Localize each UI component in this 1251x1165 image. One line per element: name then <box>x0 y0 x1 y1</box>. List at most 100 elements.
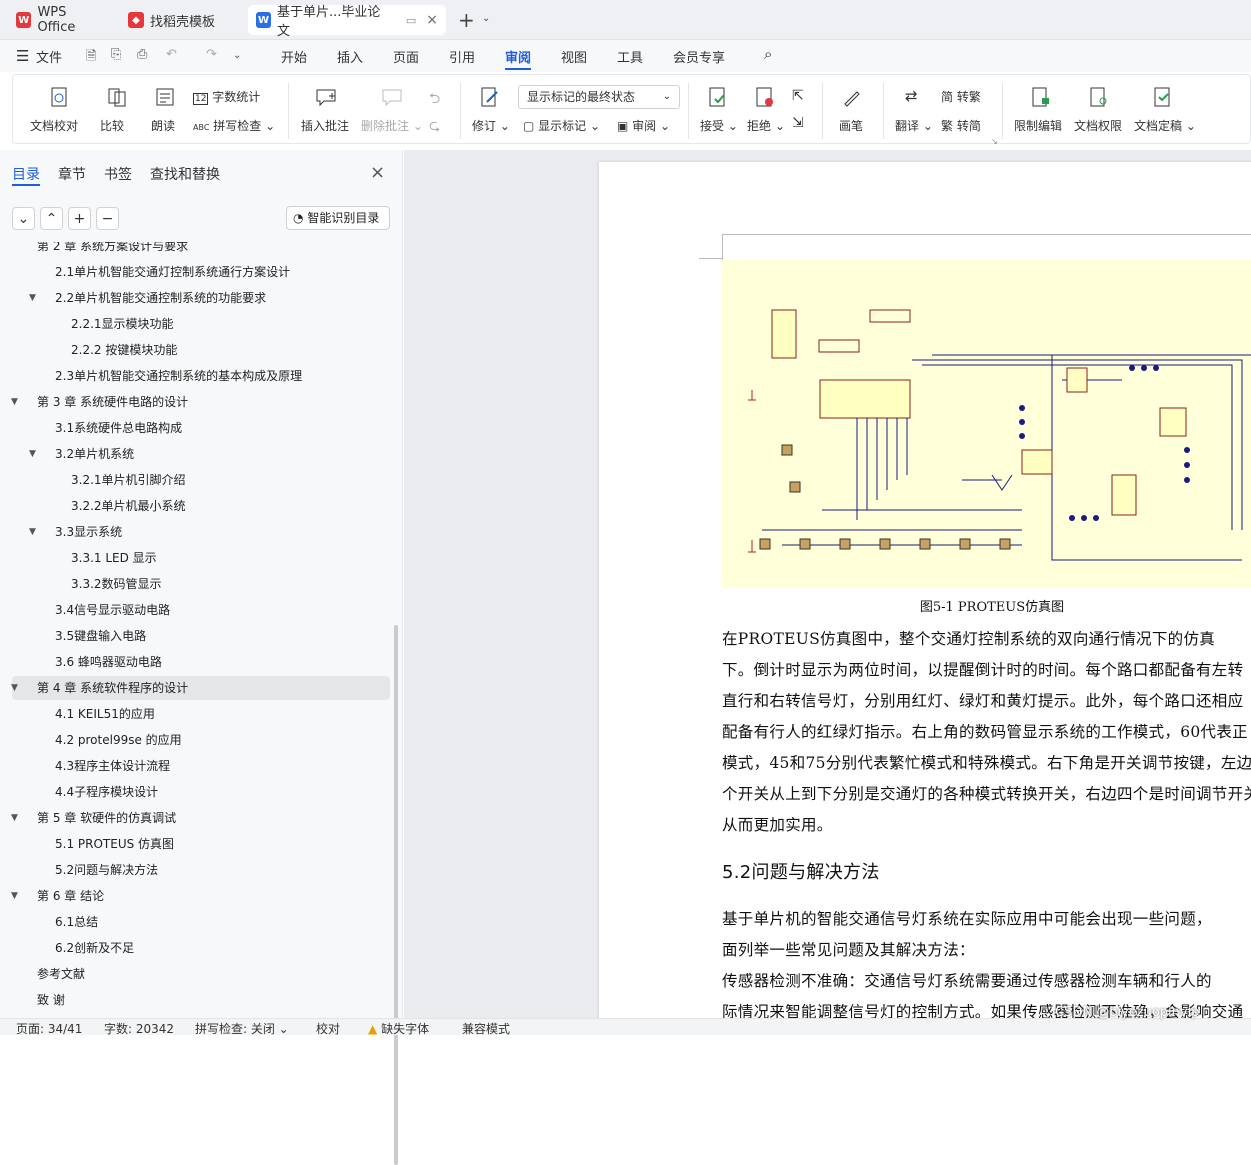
simplified-to-traditional-button[interactable]: 简 转繁 <box>941 88 981 105</box>
missing-font-status[interactable]: ▲ 缺失字体 <box>368 1020 429 1037</box>
accept-button[interactable]: 接受 ⌄ <box>700 117 738 134</box>
restrict-edit-button[interactable]: 限制编辑 <box>1014 117 1062 134</box>
toc-item[interactable]: 3.4信号显示驱动电路 <box>12 598 390 622</box>
menu-insert[interactable]: 插入 <box>337 47 363 66</box>
tab-templates[interactable]: ◆ 找稻壳模板 <box>120 5 244 35</box>
page-count[interactable]: 页面: 34/41 <box>16 1020 82 1037</box>
toc-item[interactable]: 4.1 KEIL51的应用 <box>12 702 390 726</box>
toc-item[interactable]: ▼ 第 4 章 系统软件程序的设计 <box>11 676 390 700</box>
compare-button[interactable]: 比较 <box>100 117 124 134</box>
toc-item[interactable]: 4.3程序主体设计流程 <box>12 754 390 778</box>
toc-item[interactable]: ▼ 3.2单片机系统 <box>12 442 390 466</box>
menu-layout[interactable]: 页面 <box>393 47 419 66</box>
tab-find-replace[interactable]: 查找和替换 <box>150 164 220 184</box>
tab-bookmarks[interactable]: 书签 <box>104 164 132 184</box>
menu-member[interactable]: 会员专享 <box>673 47 725 66</box>
toc-item[interactable]: 3.1系统硬件总电路构成 <box>12 416 390 440</box>
finalize-button[interactable]: 文档定稿 ⌄ <box>1134 117 1196 134</box>
toc-item[interactable]: 3.3.1 LED 显示 <box>12 546 390 570</box>
toc-item[interactable]: 2.2.1显示模块功能 <box>12 312 390 336</box>
prev-change-icon[interactable]: ⇱ <box>792 88 804 104</box>
close-icon[interactable]: × <box>426 12 438 28</box>
toc-item[interactable]: 2.2.2 按键模块功能 <box>12 338 390 362</box>
review-pane-button[interactable]: ▣ 审阅 ⌄ <box>617 117 670 134</box>
dialog-launcher-icon[interactable]: ↘ <box>991 137 998 146</box>
toc-item[interactable]: 2.3单片机智能交通控制系统的基本构成及原理 <box>12 364 390 388</box>
word-count[interactable]: 字数: 20342 <box>104 1020 174 1037</box>
smart-toc-button[interactable]: ◔ 智能识别目录 <box>286 206 390 230</box>
toc-item[interactable]: 3.5键盘输入电路 <box>12 624 390 648</box>
toc-item[interactable]: 4.2 protel99se 的应用 <box>12 728 390 752</box>
toc-item[interactable]: 3.6 蜂鸣器驱动电路 <box>12 650 390 674</box>
doc-permission-button[interactable]: 文档权限 <box>1074 117 1122 134</box>
toc-item[interactable]: 3.2.2单片机最小系统 <box>12 494 390 518</box>
menu-references[interactable]: 引用 <box>449 47 475 66</box>
toc-scrollbar[interactable] <box>394 625 398 1165</box>
close-pane-icon[interactable]: × <box>370 162 385 183</box>
toc-item[interactable]: ▼ 3.3显示系统 <box>12 520 390 544</box>
new-tab-icon[interactable]: + <box>458 8 475 32</box>
add-heading-icon[interactable]: + <box>68 207 91 230</box>
expand-triangle-icon[interactable]: ▼ <box>29 442 36 466</box>
undo-icon[interactable]: ↶ <box>166 47 177 62</box>
toc-item[interactable]: 6.1总结 <box>12 910 390 934</box>
tab-toc[interactable]: 目录 <box>12 164 40 184</box>
share-icon[interactable]: ⎘ <box>111 47 121 62</box>
expand-triangle-icon[interactable]: ▼ <box>11 806 18 830</box>
spell-check-button[interactable]: ABC 拼写检查 ⌄ <box>193 117 275 134</box>
save-icon[interactable]: 🗎 <box>86 47 96 69</box>
show-markup-button[interactable]: ▢ 显示标记 ⌄ <box>523 117 600 134</box>
redo-icon[interactable]: ↷ <box>206 47 217 62</box>
toc-item[interactable]: 致 谢 <box>12 988 390 1012</box>
expand-triangle-icon[interactable]: ▼ <box>29 520 36 544</box>
pen-button[interactable]: 画笔 <box>839 117 863 134</box>
toc-item[interactable]: 5.2问题与解决方法 <box>12 858 390 882</box>
toc-item[interactable]: 3.2.1单片机引脚介绍 <box>12 468 390 492</box>
prev-comment-icon[interactable]: ⮌ <box>429 88 440 112</box>
more-chevron-icon[interactable]: ⌄ <box>233 50 241 61</box>
toc-item[interactable]: 5.1 PROTEUS 仿真图 <box>12 832 390 856</box>
expand-triangle-icon[interactable]: ▼ <box>29 286 36 310</box>
toc-item[interactable]: ▼ 第 3 章 系统硬件电路的设计 <box>11 390 390 414</box>
search-icon[interactable]: ⌕ <box>764 45 772 63</box>
menu-file[interactable]: 文件 <box>36 47 62 66</box>
expand-triangle-icon[interactable]: ▼ <box>11 884 18 908</box>
toc-item[interactable]: 2.1单片机智能交通灯控制系统通行方案设计 <box>12 260 390 284</box>
toc-item[interactable]: 4.4子程序模块设计 <box>12 780 390 804</box>
chevron-down-icon[interactable]: ⌄ <box>482 13 490 24</box>
remove-heading-icon[interactable]: − <box>96 207 119 230</box>
doc-check-button[interactable]: 文档校对 <box>30 117 78 134</box>
expand-triangle-icon[interactable]: ▼ <box>11 390 18 414</box>
toc-item[interactable]: ▼ 第 6 章 结论 <box>11 884 390 908</box>
menu-review[interactable]: 审阅 <box>505 47 531 66</box>
toc-item[interactable]: 6.2创新及不足 <box>12 936 390 960</box>
toc-item[interactable]: 第 2 章 系统方案设计与要求 <box>12 242 390 258</box>
menu-view[interactable]: 视图 <box>561 47 587 66</box>
tab-wps-office[interactable]: W WPS Office <box>8 5 114 35</box>
toc-item[interactable]: ▼ 2.2单片机智能交通控制系统的功能要求 <box>12 286 390 310</box>
toc-item[interactable]: 3.3.2数码管显示 <box>12 572 390 596</box>
traditional-to-simplified-button[interactable]: 繁 转简 <box>941 117 981 134</box>
tab-chapters[interactable]: 章节 <box>58 164 86 184</box>
delete-comment-button[interactable]: 删除批注 ⌄ <box>361 117 423 134</box>
spell-check-status[interactable]: 拼写检查: 关闭 ⌄ <box>195 1020 289 1037</box>
reject-button[interactable]: 拒绝 ⌄ <box>747 117 785 134</box>
hamburger-icon[interactable]: ☰ <box>16 47 29 65</box>
menu-tools[interactable]: 工具 <box>617 47 643 66</box>
insert-comment-button[interactable]: 插入批注 <box>301 117 349 134</box>
read-aloud-button[interactable]: 朗读 <box>151 117 175 134</box>
collapse-all-icon[interactable]: ⌄ <box>12 207 35 230</box>
translate-button[interactable]: 翻译 ⌄ <box>895 117 933 134</box>
expand-triangle-icon[interactable]: ▼ <box>11 676 18 700</box>
next-comment-icon[interactable]: ⮎ <box>429 115 440 139</box>
tab-window-icon[interactable]: ▭ <box>406 14 416 27</box>
word-count-button[interactable]: 12 字数统计 <box>193 88 260 105</box>
tab-document[interactable]: W 基于单片...毕业论文 ▭ × <box>248 5 446 39</box>
display-state-dropdown[interactable]: 显示标记的最终状态 ⌄ <box>518 85 680 109</box>
print-preview-icon[interactable]: ⎙ <box>137 47 147 62</box>
next-change-icon[interactable]: ⇲ <box>792 115 804 131</box>
expand-up-icon[interactable]: ⌃ <box>40 207 63 230</box>
toc-item[interactable]: ▼ 第 5 章 软硬件的仿真调试 <box>11 806 390 830</box>
proofread-status[interactable]: 校对 <box>316 1020 340 1037</box>
track-changes-button[interactable]: 修订 ⌄ <box>472 117 510 134</box>
